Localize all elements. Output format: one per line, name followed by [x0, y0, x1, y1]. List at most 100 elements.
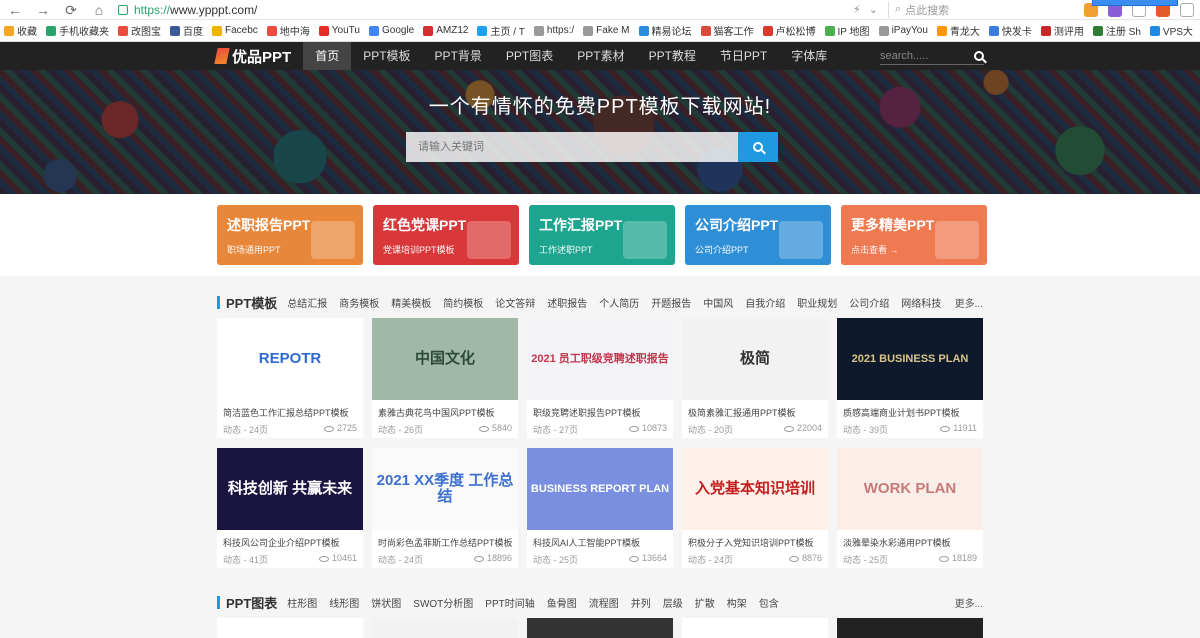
tag-link[interactable]: 中国风 [703, 295, 733, 310]
bookmark-item[interactable]: Google [368, 25, 414, 36]
tag-link[interactable]: 总结汇报 [287, 295, 327, 310]
bookmark-item[interactable]: 卢松松博 [762, 23, 816, 38]
search-icon[interactable] [974, 50, 984, 61]
chart-thumb[interactable] [527, 618, 673, 638]
tag-link[interactable]: 开题报告 [651, 295, 691, 310]
template-card[interactable]: 2021 BUSINESS PLAN 质感高端商业计划书PPT模板 动态 - 39页… [837, 318, 983, 438]
bookmark-item[interactable]: 猫客工作 [700, 23, 754, 38]
tag-link[interactable]: 饼状图 [371, 595, 401, 610]
bookmark-item[interactable]: AMZ12 [423, 25, 468, 36]
chart-thumb[interactable] [372, 618, 518, 638]
nav-item[interactable]: 首页 [303, 42, 352, 70]
nav-item[interactable]: 字体库 [779, 42, 839, 70]
nav-item[interactable]: PPT素材 [565, 42, 636, 70]
template-thumbnail[interactable]: 2021 员工职级竞聘述职报告 [527, 318, 673, 400]
template-thumbnail[interactable]: WORK PLAN [837, 448, 983, 530]
back-arrow-icon[interactable]: ← [6, 2, 24, 18]
template-card[interactable]: 2021 员工职级竞聘述职报告 职级竞聘述职报告PPT模板 动态 - 27页 1087… [527, 318, 673, 438]
tag-link[interactable]: 构架 [727, 595, 747, 610]
bookmark-item[interactable]: iPayYou [878, 25, 928, 36]
nav-item[interactable]: PPT背景 [423, 42, 494, 70]
chart-section-title[interactable]: PPT图表 [217, 593, 277, 612]
template-thumbnail[interactable]: 极简 [682, 318, 828, 400]
forward-arrow-icon[interactable]: → [34, 2, 52, 18]
template-name[interactable]: 质感高端商业计划书PPT模板 [837, 400, 983, 419]
gear-icon[interactable] [1180, 2, 1194, 17]
bookmark-item[interactable]: 注册 Sh [1092, 23, 1141, 38]
tag-link[interactable]: 个人简历 [599, 295, 639, 310]
tag-link[interactable]: SWOT分析图 [413, 595, 473, 610]
template-card[interactable]: WORK PLAN 淡雅晕染水彩通用PPT模板 动态 - 25页 18189 [837, 448, 983, 568]
more-link[interactable]: 更多... [955, 295, 983, 310]
tag-link[interactable]: 线形图 [329, 595, 359, 610]
template-card[interactable]: 入党基本知识培训 积极分子入党知识培训PPT模板 动态 - 24页 8876 [682, 448, 828, 568]
bookmark-item[interactable]: YouTu [318, 25, 360, 36]
bookmark-item[interactable]: 百度 [170, 23, 203, 38]
template-name[interactable]: 时尚彩色孟菲斯工作总结PPT模板 [372, 530, 518, 549]
template-thumbnail[interactable]: 中国文化 [372, 318, 518, 400]
template-card[interactable]: 极简 极简素雅汇报通用PPT模板 动态 - 20页 22004 [682, 318, 828, 438]
bookmark-item[interactable]: https:/ [533, 25, 574, 36]
template-thumbnail[interactable]: BUSINESS REPORT PLAN [527, 448, 673, 530]
template-card[interactable]: 2021 XX季度 工作总结 时尚彩色孟菲斯工作总结PPT模板 动态 - 24页 18… [372, 448, 518, 568]
tag-link[interactable]: 精美模板 [391, 295, 431, 310]
template-name[interactable]: 极简素雅汇报通用PPT模板 [682, 400, 828, 419]
tag-link[interactable]: 公司介绍 [849, 295, 889, 310]
tag-link[interactable]: 层级 [663, 595, 683, 610]
bookmark-item[interactable]: Fake M [583, 25, 630, 36]
bookmark-item[interactable]: 测评用 [1040, 23, 1084, 38]
hero-search-button[interactable] [738, 132, 778, 162]
tag-link[interactable]: 简约模板 [443, 295, 483, 310]
template-thumbnail[interactable]: 入党基本知识培训 [682, 448, 828, 530]
bookmark-item[interactable]: 快发卡 [988, 23, 1032, 38]
tag-link[interactable]: 流程图 [589, 595, 619, 610]
site-logo[interactable]: 优品PPT [214, 46, 291, 67]
tag-link[interactable]: 鱼骨图 [547, 595, 577, 610]
category-card[interactable]: 公司介绍PPT 公司介绍PPT [685, 205, 831, 265]
tag-link[interactable]: PPT时间轴 [485, 595, 534, 610]
template-thumbnail[interactable]: 2021 XX季度 工作总结 [372, 448, 518, 530]
chart-thumb[interactable] [217, 618, 363, 638]
chart-thumb[interactable] [682, 618, 828, 638]
template-name[interactable]: 职级竞聘述职报告PPT模板 [527, 400, 673, 419]
template-card[interactable]: BUSINESS REPORT PLAN 科技风AI人工智能PPT模板 动态 - 2… [527, 448, 673, 568]
section-title[interactable]: PPT模板 [217, 293, 277, 312]
reload-icon[interactable]: ⟳ [62, 2, 80, 18]
tag-link[interactable]: 包含 [759, 595, 779, 610]
bookmark-item[interactable]: 改图宝 [118, 23, 161, 38]
bookmark-item[interactable]: Facebc [212, 25, 258, 36]
nav-item[interactable]: PPT教程 [637, 42, 708, 70]
template-name[interactable]: 积极分子入党知识培训PPT模板 [682, 530, 828, 549]
template-card[interactable]: 科技创新 共赢未来 科技风公司企业介绍PPT模板 动态 - 41页 10461 [217, 448, 363, 568]
browser-search-input[interactable]: ⌕ 点此搜索 [888, 1, 998, 18]
category-card[interactable]: 工作汇报PPT 工作述职PPT [529, 205, 675, 265]
nav-item[interactable]: PPT模板 [351, 42, 422, 70]
chart-more-link[interactable]: 更多... [955, 595, 983, 610]
chart-thumb[interactable] [837, 618, 983, 638]
category-card[interactable]: 述职报告PPT 职场通用PPT [217, 205, 363, 265]
template-name[interactable]: 科技风公司企业介绍PPT模板 [217, 530, 363, 549]
template-card[interactable]: REPOTR 简洁蓝色工作汇报总结PPT模板 动态 - 24页 2725 [217, 318, 363, 438]
tag-link[interactable]: 述职报告 [547, 295, 587, 310]
template-card[interactable]: 中国文化 素雅古典花鸟中国风PPT模板 动态 - 26页 5840 [372, 318, 518, 438]
template-name[interactable]: 素雅古典花鸟中国风PPT模板 [372, 400, 518, 419]
lightning-icon[interactable]: ⚡ [853, 3, 861, 16]
chevron-down-icon[interactable]: ⌄ [869, 3, 878, 16]
template-thumbnail[interactable]: 2021 BUSINESS PLAN [837, 318, 983, 400]
template-thumbnail[interactable]: 科技创新 共赢未来 [217, 448, 363, 530]
template-name[interactable]: 淡雅晕染水彩通用PPT模板 [837, 530, 983, 549]
home-icon[interactable]: ⌂ [90, 2, 108, 18]
bookmark-item[interactable]: 手机收藏夹 [46, 23, 109, 38]
bookmark-item[interactable]: 精易论坛 [638, 23, 692, 38]
nav-item[interactable]: 节日PPT [708, 42, 779, 70]
keyword-input[interactable] [406, 132, 738, 162]
tag-link[interactable]: 柱形图 [287, 595, 317, 610]
category-card[interactable]: 红色党课PPT 党课培训PPT模板 [373, 205, 519, 265]
tag-link[interactable]: 网络科技 [901, 295, 941, 310]
template-name[interactable]: 简洁蓝色工作汇报总结PPT模板 [217, 400, 363, 419]
tag-link[interactable]: 论文答辩 [495, 295, 535, 310]
address-bar[interactable]: https:// www.ypppt.com/ ⚡ ⌄ [118, 2, 878, 18]
tag-link[interactable]: 职业规划 [797, 295, 837, 310]
template-thumbnail[interactable]: REPOTR [217, 318, 363, 400]
category-card[interactable]: 更多精美PPT 点击查看 → [841, 205, 987, 265]
